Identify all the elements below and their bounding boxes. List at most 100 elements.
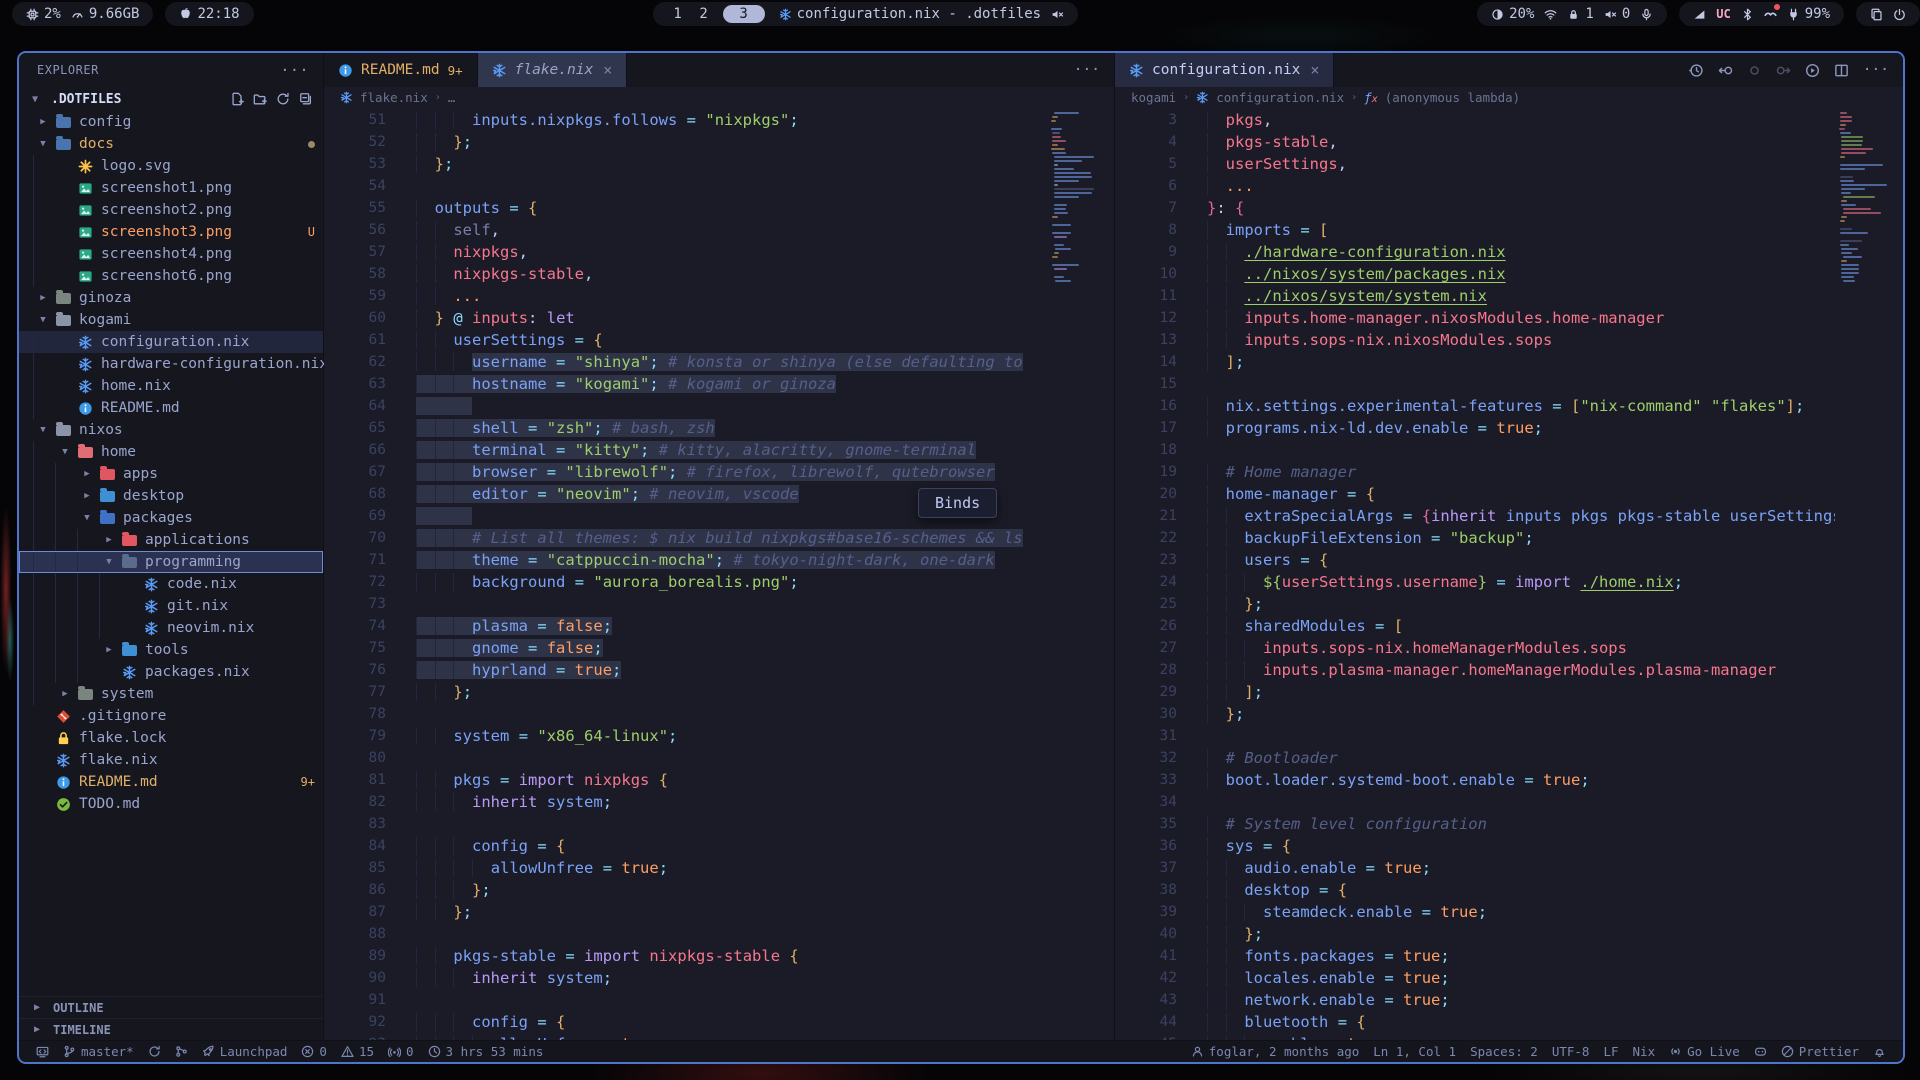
status-remote-window[interactable] bbox=[29, 1044, 56, 1059]
code-line-33[interactable]: 33 boot.loader.systemd-boot.enable = tru… bbox=[1115, 769, 1903, 791]
code-line-82[interactable]: 82 inherit system; bbox=[324, 791, 1114, 813]
clock[interactable]: 22:18 bbox=[179, 6, 239, 22]
window-title[interactable]: configuration.nix - .dotfiles bbox=[779, 6, 1041, 22]
brightness[interactable]: 20% bbox=[1491, 6, 1534, 22]
code-line-89[interactable]: 89 pkgs-stable = import nixpkgs-stable { bbox=[324, 945, 1114, 967]
split-editor-icon[interactable] bbox=[1834, 63, 1849, 78]
tree-file-.gitignore[interactable]: .gitignore bbox=[19, 705, 323, 727]
breadcrumb-file[interactable]: configuration.nix bbox=[1216, 90, 1344, 105]
code-line-77[interactable]: 77 }; bbox=[324, 681, 1114, 703]
tree-folder-ginoza[interactable]: ▶ginoza bbox=[19, 287, 323, 309]
close-icon[interactable]: × bbox=[1310, 61, 1319, 79]
code-line-51[interactable]: 51 inputs.nixpkgs.follows = "nixpkgs"; bbox=[324, 109, 1114, 131]
keyboard-lock[interactable]: 1 bbox=[1567, 6, 1593, 22]
code-line-39[interactable]: 39 steamdeck.enable = true; bbox=[1115, 901, 1903, 923]
tree-folder-tools[interactable]: ▶tools bbox=[19, 639, 323, 661]
timeline-section[interactable]: ▶ TIMELINE bbox=[19, 1018, 323, 1040]
status-copilot[interactable] bbox=[1747, 1044, 1774, 1059]
outline-section[interactable]: ▶ OUTLINE bbox=[19, 996, 323, 1018]
status-git-graph[interactable] bbox=[168, 1044, 195, 1059]
status-sync[interactable] bbox=[141, 1044, 168, 1059]
notifications[interactable] bbox=[1764, 8, 1777, 21]
breadcrumb-symbol[interactable]: (anonymous lambda) bbox=[1385, 90, 1520, 105]
code-line-64[interactable]: 64 bbox=[324, 395, 1114, 417]
code-line-38[interactable]: 38 desktop = { bbox=[1115, 879, 1903, 901]
close-icon[interactable]: × bbox=[603, 61, 612, 79]
code-line-62[interactable]: 62 username = "shinya"; # konsta or shin… bbox=[324, 351, 1114, 373]
tree-folder-system[interactable]: ▶system bbox=[19, 683, 323, 705]
memory-usage[interactable]: 9.66GB bbox=[71, 6, 140, 22]
code-line-42[interactable]: 42 locales.enable = true; bbox=[1115, 967, 1903, 989]
wifi[interactable] bbox=[1544, 8, 1557, 21]
code-line-23[interactable]: 23 users = { bbox=[1115, 549, 1903, 571]
code-line-41[interactable]: 41 fonts.packages = true; bbox=[1115, 945, 1903, 967]
code-line-44[interactable]: 44 bluetooth = { bbox=[1115, 1011, 1903, 1033]
battery[interactable]: 99% bbox=[1787, 6, 1830, 22]
right-breadcrumb[interactable]: kogami › configuration.nix › ƒx (anonymo… bbox=[1115, 87, 1903, 108]
status-master-[interactable]: master* bbox=[56, 1044, 141, 1059]
code-line-11[interactable]: 11 ../nixos/system/system.nix bbox=[1115, 285, 1903, 307]
status-launchpad[interactable]: Launchpad bbox=[195, 1044, 295, 1059]
breadcrumb-symbol[interactable]: … bbox=[448, 90, 456, 105]
code-line-58[interactable]: 58 nixpkgs-stable, bbox=[324, 263, 1114, 285]
code-line-27[interactable]: 27 inputs.sops-nix.homeManagerModules.so… bbox=[1115, 637, 1903, 659]
tree-file-neovim.nix[interactable]: neovim.nix bbox=[19, 617, 323, 639]
code-line-90[interactable]: 90 inherit system; bbox=[324, 967, 1114, 989]
code-line-29[interactable]: 29 ]; bbox=[1115, 681, 1903, 703]
code-line-22[interactable]: 22 backupFileExtension = "backup"; bbox=[1115, 527, 1903, 549]
tree-file-screenshot1.png[interactable]: screenshot1.png bbox=[19, 177, 323, 199]
status-nix[interactable]: Nix bbox=[1626, 1044, 1663, 1059]
code-line-74[interactable]: 74 plasma = false; bbox=[324, 615, 1114, 637]
workspace-2[interactable]: 2 bbox=[697, 6, 711, 22]
explorer-root-folder[interactable]: ▼ .DOTFILES bbox=[19, 87, 323, 111]
code-line-18[interactable]: 18 bbox=[1115, 439, 1903, 461]
tree-file-flake.nix[interactable]: flake.nix bbox=[19, 749, 323, 771]
more-actions-icon[interactable]: ··· bbox=[1863, 62, 1889, 78]
tree-file-flake.lock[interactable]: flake.lock bbox=[19, 727, 323, 749]
code-line-60[interactable]: 60 } @ inputs: let bbox=[324, 307, 1114, 329]
code-line-32[interactable]: 32 # Bootloader bbox=[1115, 747, 1903, 769]
code-line-86[interactable]: 86 }; bbox=[324, 879, 1114, 901]
status-foglar-2-months-ago[interactable]: foglar, 2 months ago bbox=[1184, 1044, 1367, 1059]
volume[interactable]: 0 bbox=[1604, 6, 1630, 22]
code-line-43[interactable]: 43 network.enable = true; bbox=[1115, 989, 1903, 1011]
code-line-61[interactable]: 61 userSettings = { bbox=[324, 329, 1114, 351]
code-line-93[interactable]: 93 allowUnfree = true; bbox=[324, 1033, 1114, 1040]
code-line-70[interactable]: 70 # List all themes: $ nix build nixpkg… bbox=[324, 527, 1114, 549]
status-prettier[interactable]: Prettier bbox=[1774, 1044, 1866, 1059]
tree-file-screenshot6.png[interactable]: screenshot6.png bbox=[19, 265, 323, 287]
tree-folder-applications[interactable]: ▶applications bbox=[19, 529, 323, 551]
tree-folder-kogami[interactable]: ▼kogami bbox=[19, 309, 323, 331]
code-line-24[interactable]: 24 ${userSettings.username} = import ./h… bbox=[1115, 571, 1903, 593]
history-icon[interactable] bbox=[1689, 63, 1704, 78]
status-lf[interactable]: LF bbox=[1596, 1044, 1625, 1059]
code-line-14[interactable]: 14 ]; bbox=[1115, 351, 1903, 373]
collapse-all-icon[interactable] bbox=[299, 92, 313, 106]
tab-flake.nix[interactable]: flake.nix× bbox=[478, 53, 628, 87]
cpu-usage[interactable]: 2% bbox=[26, 6, 61, 22]
keyboard-layout[interactable]: UC bbox=[1716, 7, 1730, 21]
minimap[interactable] bbox=[1835, 108, 1903, 1040]
code-line-63[interactable]: 63 hostname = "kogami"; # kogami or gino… bbox=[324, 373, 1114, 395]
tree-folder-apps[interactable]: ▶apps bbox=[19, 463, 323, 485]
clipboard[interactable] bbox=[1870, 8, 1883, 21]
tree-file-configuration.nix[interactable]: configuration.nix bbox=[19, 331, 323, 353]
code-line-54[interactable]: 54 bbox=[324, 175, 1114, 197]
minimap[interactable] bbox=[1046, 108, 1114, 1040]
code-line-20[interactable]: 20 home-manager = { bbox=[1115, 483, 1903, 505]
status-0[interactable]: 0 bbox=[381, 1044, 421, 1059]
code-line-53[interactable]: 53 }; bbox=[324, 153, 1114, 175]
tree-folder-programming[interactable]: ▼programming bbox=[19, 551, 323, 573]
code-line-36[interactable]: 36 sys = { bbox=[1115, 835, 1903, 857]
code-line-4[interactable]: 4 pkgs-stable, bbox=[1115, 131, 1903, 153]
code-line-85[interactable]: 85 allowUnfree = true; bbox=[324, 857, 1114, 879]
tree-file-git.nix[interactable]: git.nix bbox=[19, 595, 323, 617]
code-line-87[interactable]: 87 }; bbox=[324, 901, 1114, 923]
microphone[interactable] bbox=[1640, 8, 1653, 21]
tree-file-readme.md[interactable]: README.md9+ bbox=[19, 771, 323, 793]
code-line-88[interactable]: 88 bbox=[324, 923, 1114, 945]
code-line-7[interactable]: 7}: { bbox=[1115, 197, 1903, 219]
status-bell[interactable] bbox=[1866, 1044, 1893, 1059]
open-changes-left-icon[interactable] bbox=[1718, 63, 1733, 78]
tree-folder-home[interactable]: ▼home bbox=[19, 441, 323, 463]
